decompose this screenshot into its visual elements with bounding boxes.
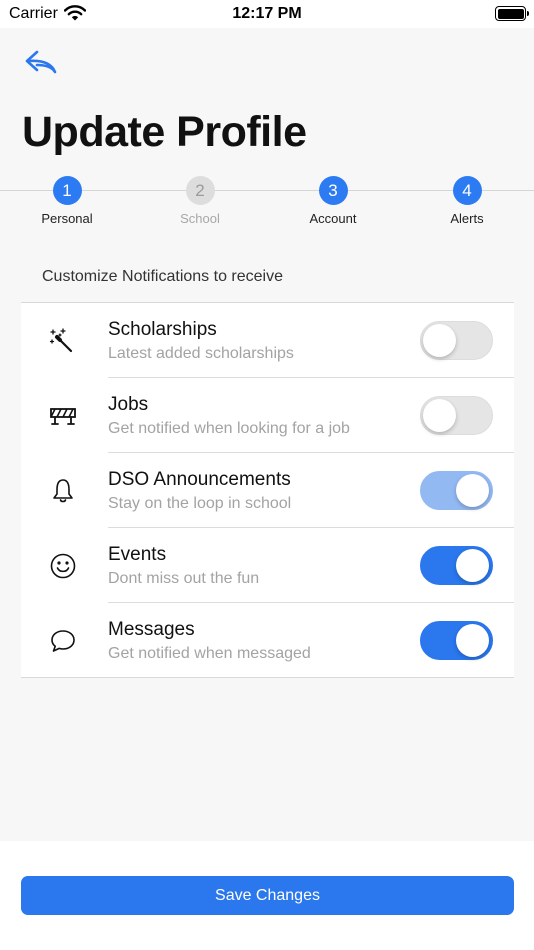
step-number: 4 (452, 176, 482, 205)
step-number: 2 (185, 176, 215, 205)
save-changes-button[interactable]: Save Changes (21, 876, 514, 915)
notification-title: Scholarships (108, 319, 217, 340)
step-label: School (180, 211, 220, 226)
notification-row-scholarships: Scholarships Latest added scholarships (21, 303, 514, 378)
notification-subtitle: Get notified when messaged (108, 645, 311, 662)
notifications-section-header: Customize Notifications to receive (42, 268, 283, 285)
step-number: 3 (318, 176, 348, 205)
notification-title: Jobs (108, 394, 149, 415)
notification-row-dso-announcements: DSO Announcements Stay on the loop in sc… (21, 453, 514, 528)
step-alerts[interactable]: 4 Alerts (422, 176, 512, 226)
step-account[interactable]: 3 Account (288, 176, 378, 226)
notification-subtitle: Dont miss out the fun (108, 570, 260, 587)
page-title: Update Profile (22, 108, 307, 156)
step-number: 1 (52, 176, 82, 205)
events-toggle[interactable] (420, 546, 493, 585)
smiley-icon (50, 553, 76, 579)
notification-title: DSO Announcements (108, 469, 291, 490)
status-bar: Carrier 12:17 PM (0, 0, 534, 28)
messages-toggle[interactable] (420, 621, 493, 660)
magic-wand-icon (49, 328, 73, 353)
notification-subtitle: Get notified when looking for a job (108, 420, 350, 437)
status-time: 12:17 PM (232, 5, 302, 22)
step-label: Personal (41, 211, 93, 226)
jobs-toggle[interactable] (420, 396, 493, 435)
notification-row-events: Events Dont miss out the fun (21, 528, 514, 603)
step-school[interactable]: 2 School (155, 176, 245, 226)
notifications-list: Scholarships Latest added scholarships J… (21, 302, 514, 678)
chat-bubble-icon (51, 630, 75, 652)
barrier-icon (50, 408, 76, 425)
step-label: Alerts (450, 211, 484, 226)
notification-title: Messages (108, 619, 195, 640)
bell-icon (53, 479, 73, 503)
notification-subtitle: Latest added scholarships (108, 345, 294, 362)
back-arrow-icon[interactable] (24, 46, 60, 78)
battery-icon (495, 6, 526, 21)
step-personal[interactable]: 1 Personal (22, 176, 112, 226)
notification-row-messages: Messages Get notified when messaged (21, 603, 514, 678)
notification-subtitle: Stay on the loop in school (108, 495, 292, 512)
notification-title: Events (108, 544, 167, 565)
step-label: Account (309, 211, 357, 226)
scholarships-toggle[interactable] (420, 321, 493, 360)
notification-row-jobs: Jobs Get notified when looking for a job (21, 378, 514, 453)
progress-stepper: 1 Personal 2 School 3 Account 4 Alerts (0, 174, 534, 226)
dso-announcements-toggle[interactable] (420, 471, 493, 510)
